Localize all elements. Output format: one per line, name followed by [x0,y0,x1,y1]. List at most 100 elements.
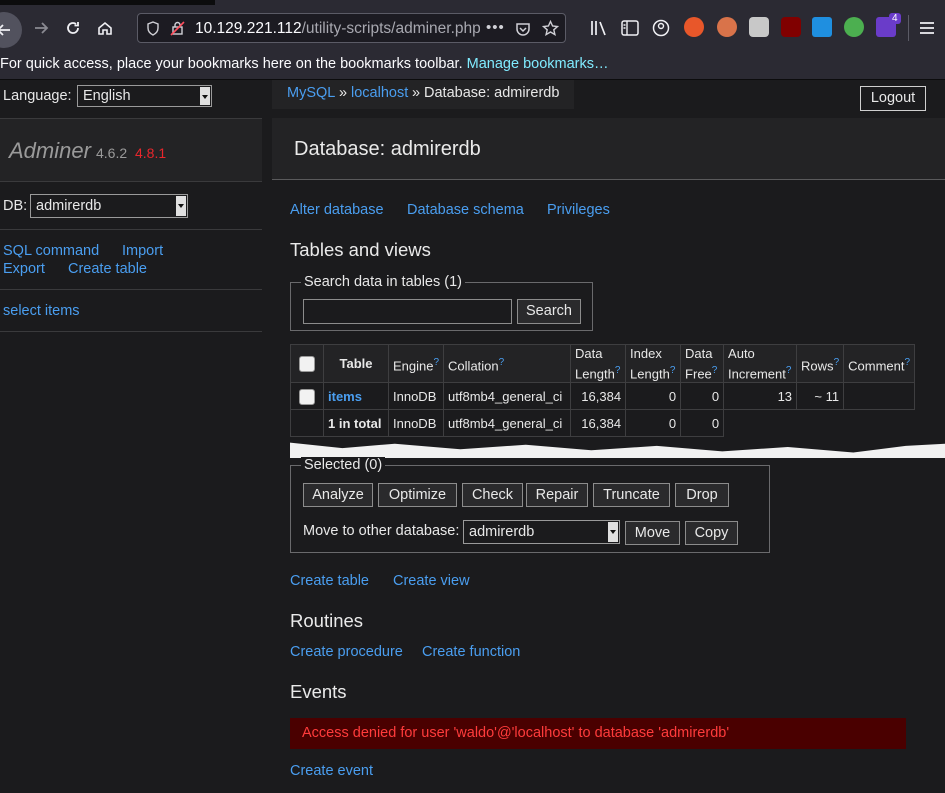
row-auto-increment[interactable]: 13 [723,382,798,411]
optimize-button[interactable]: Optimize [378,483,457,507]
col-engine[interactable]: Engine? [387,343,445,384]
import-link[interactable]: Import [122,243,163,259]
row-checkbox[interactable] [299,388,315,405]
bookmarks-hint: For quick access, place your bookmarks h… [0,56,609,72]
insecure-lock-icon [170,21,185,36]
url-text: 10.129.221.112/utility-scripts/adminer.p… [195,20,480,37]
total-data-free: 0 [680,409,725,438]
search-button[interactable]: Search [517,299,581,324]
sidebar-toggle-icon[interactable] [621,20,639,36]
sidebar: Language: English Adminer 4.6.2 4.8.1 DB… [0,80,262,793]
create-function-link[interactable]: Create function [422,644,520,660]
table-row: items InnoDB utf8mb4_general_ci 16,384 0… [290,382,916,411]
sql-command-link[interactable]: SQL command [3,243,99,259]
breadcrumb-mysql[interactable]: MySQL [287,85,335,101]
create-table-link[interactable]: Create table [68,261,147,277]
export-link[interactable]: Export [3,261,45,277]
copy-button[interactable]: Copy [685,521,738,545]
back-button[interactable] [0,12,22,48]
help-icon[interactable]: ? [834,357,840,368]
help-icon[interactable]: ? [904,357,910,368]
analyze-button[interactable]: Analyze [303,483,373,507]
pocket-icon[interactable] [515,21,531,37]
breadcrumb-current: Database: admirerdb [424,85,560,101]
help-icon[interactable]: ? [712,365,718,376]
help-icon[interactable]: ? [499,357,505,368]
breadcrumb-host[interactable]: localhost [351,85,408,101]
row-comment [843,382,916,411]
db-select[interactable]: admirerdb [30,194,188,218]
divider [0,331,262,332]
alter-database-link[interactable]: Alter database [290,202,384,218]
move-button[interactable]: Move [625,521,680,545]
row-data-length[interactable]: 16,384 [570,382,627,411]
selected-legend: Selected (0) [301,457,386,473]
owl-extension-icon[interactable] [844,17,864,37]
row-collation: utf8mb4_general_ci [443,382,572,411]
toolbar-divider [908,15,909,41]
col-comment[interactable]: Comment? [843,343,916,384]
row-rows[interactable]: ~ 11 [796,382,845,411]
database-schema-link[interactable]: Database schema [407,202,524,218]
search-legend: Search data in tables (1) [301,274,465,290]
firefox-extension-icon[interactable] [684,17,704,37]
check-button[interactable]: Check [462,483,523,507]
db-label: DB: [3,198,28,214]
create-table-link[interactable]: Create table [290,573,369,589]
account-icon[interactable] [652,19,670,37]
chevron-down-icon [176,196,186,216]
url-bar[interactable]: 10.129.221.112/utility-scripts/adminer.p… [137,13,566,43]
db-select-value: admirerdb [36,198,102,214]
total-collation: utf8mb4_general_ci [443,409,572,438]
col-rows[interactable]: Rows? [796,343,845,384]
home-button[interactable] [90,13,120,43]
content: MySQL » localhost » Database: admirerdb … [272,80,945,793]
s-extension-icon[interactable] [812,17,832,37]
logout-button[interactable]: Logout [860,86,926,111]
forward-button[interactable] [26,13,56,43]
select-all-checkbox[interactable] [299,356,315,373]
row-data-free[interactable]: 0 [680,382,725,411]
col-collation[interactable]: Collation? [443,343,572,384]
create-procedure-link[interactable]: Create procedure [290,644,403,660]
col-data-free[interactable]: Data Free? [680,343,725,384]
language-select[interactable]: English [77,85,212,107]
language-select-value: English [83,88,131,104]
manage-bookmarks-link[interactable]: Manage bookmarks… [467,56,609,72]
col-index-length[interactable]: Index Length? [625,343,682,384]
wappalyzer-extension-icon[interactable] [749,17,769,37]
events-heading: Events [290,681,347,702]
col-data-length[interactable]: Data Length? [570,343,627,384]
row-checkbox-cell [290,382,324,411]
create-event-link[interactable]: Create event [290,763,373,779]
help-icon[interactable]: ? [615,365,621,376]
create-view-link[interactable]: Create view [393,573,470,589]
help-icon[interactable]: ? [786,365,792,376]
routines-heading: Routines [290,610,364,631]
drop-button[interactable]: Drop [675,483,729,507]
adminer-page: Language: English Adminer 4.6.2 4.8.1 DB… [0,80,945,793]
page-actions-icon[interactable]: ••• [486,19,505,36]
ublock-extension-icon[interactable] [781,17,801,37]
app-name[interactable]: Adminer [9,138,91,164]
menu-icon[interactable] [919,21,935,35]
select-items-link[interactable]: select items [3,303,80,319]
col-auto-increment[interactable]: Auto Increment? [723,343,798,384]
help-icon[interactable]: ? [670,365,676,376]
library-icon[interactable] [590,20,608,36]
row-index-length[interactable]: 0 [625,382,682,411]
bookmarks-toolbar: For quick access, place your bookmarks h… [0,51,945,80]
cookie-extension-icon[interactable] [717,17,737,37]
total-engine: InnoDB [387,409,445,438]
search-input[interactable] [303,299,512,324]
bookmark-star-icon[interactable] [542,20,559,37]
row-name-link[interactable]: items [328,389,362,404]
help-icon[interactable]: ? [433,357,439,368]
move-database-select[interactable]: admirerdb [463,520,620,544]
truncate-button[interactable]: Truncate [593,483,670,507]
col-table[interactable]: Table [323,343,389,384]
privileges-link[interactable]: Privileges [547,202,610,218]
version-new[interactable]: 4.8.1 [135,145,166,161]
reload-button[interactable] [58,13,88,43]
repair-button[interactable]: Repair [526,483,588,507]
